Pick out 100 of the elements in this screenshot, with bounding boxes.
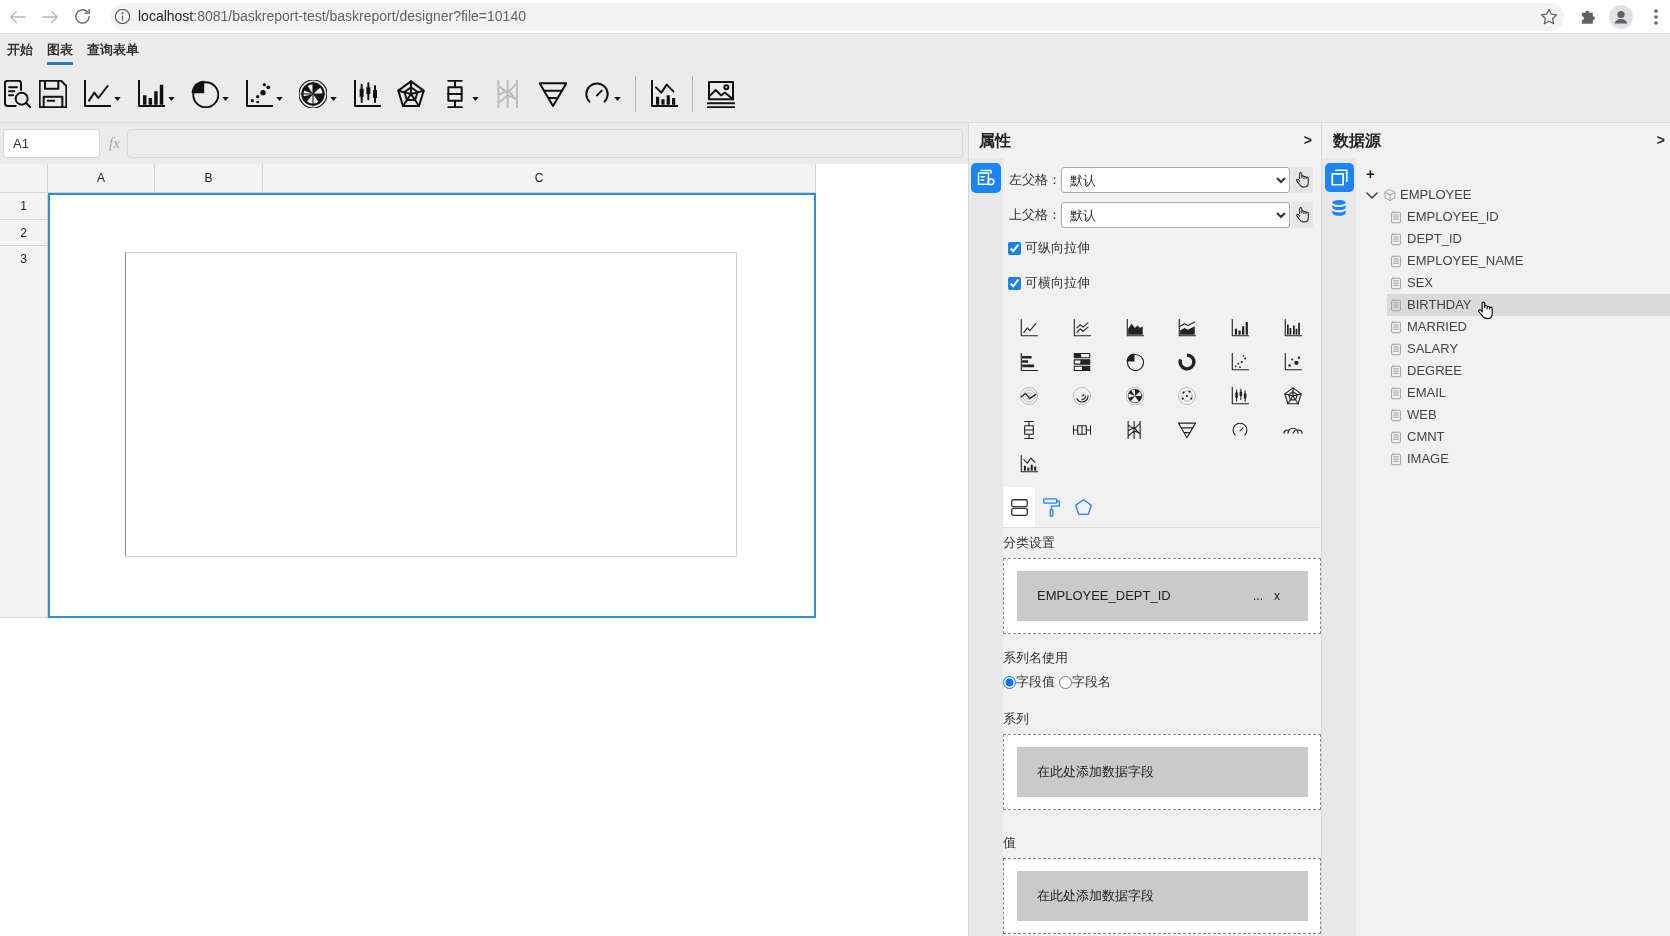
field-item[interactable]: WEB <box>1387 404 1437 426</box>
selected-cell[interactable] <box>48 193 816 618</box>
field-item[interactable]: SEX <box>1387 272 1433 294</box>
line-chart-button[interactable] <box>83 80 121 108</box>
document-icon <box>1391 342 1401 356</box>
polar-chart-button[interactable] <box>299 80 337 108</box>
spiral-rings-icon[interactable] <box>1073 387 1091 405</box>
more-menu-icon[interactable] <box>1654 8 1658 25</box>
area-chart-icon[interactable] <box>1125 319 1144 337</box>
menu-tab[interactable]: 查询表单 <box>87 36 139 65</box>
collapse-button[interactable]: > <box>1656 130 1665 151</box>
info-icon[interactable] <box>115 9 130 24</box>
field-item[interactable]: DEGREE <box>1387 360 1462 382</box>
column-header[interactable]: B <box>155 164 263 193</box>
field-name: EMPLOYEE_DEPT_ID <box>1037 587 1172 606</box>
scatter-chart-icon[interactable] <box>1231 353 1249 371</box>
fx-label: fx <box>109 134 120 154</box>
pick-cell-button[interactable] <box>1291 167 1313 193</box>
line-chart-icon[interactable] <box>1020 319 1039 337</box>
avatar-icon[interactable] <box>1609 4 1633 29</box>
bar-chart-button[interactable] <box>137 80 175 108</box>
menu-tab[interactable]: 开始 <box>7 36 33 65</box>
row-header[interactable]: 2 <box>0 220 48 246</box>
bar-chart-icon[interactable] <box>1231 319 1249 337</box>
puzzle-icon[interactable] <box>1581 8 1597 25</box>
multi-gauge-icon[interactable] <box>1282 425 1303 435</box>
funnel-chart-icon[interactable] <box>1178 421 1197 439</box>
document-icon <box>1391 364 1401 378</box>
field-item[interactable]: CMNT <box>1387 426 1445 448</box>
scatter-chart-button[interactable] <box>245 80 283 108</box>
checkbox[interactable] <box>1008 241 1021 255</box>
parallel-lines-chart-icon[interactable] <box>1125 421 1144 439</box>
paint-roller-icon <box>1041 497 1061 517</box>
section-label: 分类设置 <box>1003 534 1056 552</box>
radar-chart-button[interactable] <box>397 80 425 108</box>
field-drop-area[interactable]: 在此处添加数据字段 <box>1017 747 1308 797</box>
chevron-down-icon[interactable] <box>1366 191 1378 199</box>
collapse-button[interactable]: > <box>1303 130 1312 151</box>
stacked-bar-chart-icon[interactable] <box>1073 353 1091 371</box>
grouped-bar-chart-icon[interactable] <box>1283 319 1302 337</box>
save-button[interactable] <box>39 80 67 108</box>
document-icon <box>1391 210 1401 224</box>
row-header[interactable]: 3 <box>0 246 48 618</box>
remove-button[interactable]: x <box>1274 587 1280 605</box>
combo-chart-icon <box>650 80 678 108</box>
more-button[interactable]: ... <box>1253 587 1263 605</box>
column-header[interactable]: C <box>263 164 816 193</box>
document-icon <box>1391 386 1401 400</box>
field-item[interactable]: EMPLOYEE_ID <box>1387 206 1499 228</box>
cell-reference-field[interactable]: A1 <box>3 129 100 158</box>
field-item[interactable]: MARRIED <box>1387 316 1467 338</box>
pick-cell-button[interactable] <box>1291 202 1313 228</box>
radio-button[interactable] <box>1059 675 1072 689</box>
funnel-chart-button[interactable] <box>539 80 567 108</box>
image-button[interactable] <box>707 80 735 108</box>
polar-scatter-chart-icon[interactable] <box>1178 387 1197 405</box>
reload-icon[interactable] <box>75 9 90 24</box>
panel-tab[interactable] <box>1003 487 1035 527</box>
donut-chart-icon[interactable] <box>1178 353 1197 371</box>
field-item[interactable]: DEPT_ID <box>1387 228 1462 250</box>
combo-chart-button[interactable] <box>650 80 678 108</box>
stacked-squares-icon[interactable] <box>1324 163 1354 192</box>
radio-button[interactable] <box>1003 675 1016 689</box>
parent-cell-select[interactable]: 默认 <box>1061 202 1290 228</box>
field-item[interactable]: SALARY <box>1387 338 1459 360</box>
field-item[interactable]: EMPLOYEE_NAME <box>1387 250 1524 272</box>
stacked-area-chart-icon[interactable] <box>1178 319 1197 337</box>
panel-title: 数据源 <box>1333 130 1381 151</box>
document-icon <box>1391 408 1401 422</box>
polar-pie-chart-icon[interactable] <box>1125 387 1144 405</box>
document-icon <box>1391 254 1401 268</box>
parent-cell-select[interactable]: 默认 <box>1061 167 1290 193</box>
add-button[interactable]: + <box>1366 166 1375 182</box>
field-drop-area[interactable]: 在此处添加数据字段 <box>1017 871 1308 921</box>
field-item[interactable]: EMAIL <box>1387 382 1446 404</box>
checkbox[interactable] <box>1008 276 1021 290</box>
section-label: 系列名使用 <box>1003 649 1069 667</box>
combo-chart-icon[interactable] <box>1020 455 1039 473</box>
candlestick-chart-button[interactable] <box>353 80 381 108</box>
document-gear-icon[interactable] <box>971 163 1001 193</box>
horizontal-bar-chart-icon[interactable] <box>1020 353 1039 371</box>
cube-icon <box>1384 189 1396 201</box>
field-item[interactable]: IMAGE <box>1387 448 1449 470</box>
multi-line-chart-icon[interactable] <box>1073 319 1091 337</box>
column-header[interactable]: A <box>48 164 155 193</box>
bubble-chart-icon[interactable] <box>1283 353 1302 371</box>
document-search-button[interactable] <box>3 80 31 108</box>
address-bar[interactable]: localhost:8081/baskreport-test/baskreport/designer?file=10140 <box>111 2 1564 31</box>
database-icon[interactable] <box>1331 200 1347 216</box>
candlestick-chart-icon[interactable] <box>1231 387 1249 405</box>
save-icon <box>39 80 67 108</box>
document-icon <box>1391 452 1401 466</box>
radar-chart-icon[interactable] <box>1283 387 1302 405</box>
row-header[interactable]: 1 <box>0 193 48 220</box>
polar-line-chart-icon[interactable] <box>1020 387 1039 405</box>
tree-node-label[interactable]: EMPLOYEE <box>1400 185 1472 205</box>
star-icon[interactable] <box>1541 8 1557 25</box>
pie-chart-icon[interactable] <box>1125 353 1144 371</box>
pie-chart-button[interactable] <box>191 80 229 108</box>
hand-cursor-icon <box>1477 300 1493 320</box>
